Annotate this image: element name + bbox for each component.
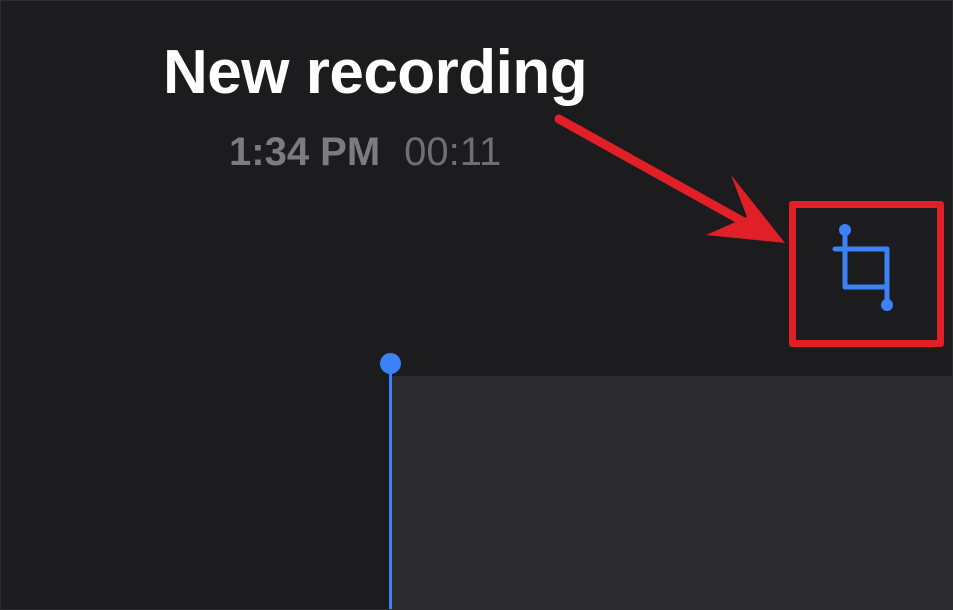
recording-title[interactable]: New recording	[163, 37, 588, 109]
recording-meta: 1:34 PM 00:11	[229, 129, 501, 175]
recording-time: 1:34 PM	[229, 130, 381, 174]
trim-icon[interactable]	[831, 219, 901, 319]
voice-memo-screen: New recording 1:34 PM 00:11	[0, 0, 953, 610]
recording-duration: 00:11	[404, 130, 502, 174]
waveform-panel[interactable]	[391, 376, 952, 609]
playhead-handle[interactable]	[380, 353, 401, 374]
annotation-arrow	[554, 114, 785, 243]
playhead-line[interactable]	[389, 365, 392, 609]
